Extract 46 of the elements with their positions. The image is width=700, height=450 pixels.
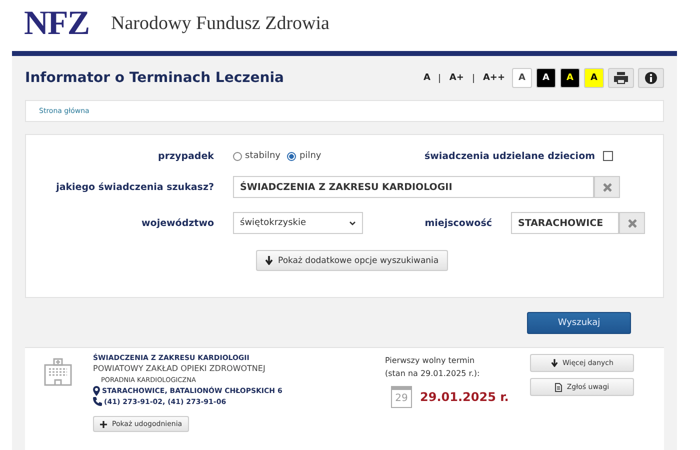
contrast-button[interactable]: A — [560, 68, 580, 88]
phone-icon — [93, 397, 102, 406]
city-field[interactable]: STARACHOWICE — [511, 212, 619, 234]
clear-button[interactable] — [619, 212, 645, 234]
arrow-down-icon — [550, 359, 558, 367]
chevron-down-icon — [349, 220, 356, 226]
organization-name: Narodowy Fundusz Zdrowia — [111, 13, 330, 35]
document-icon — [554, 382, 562, 392]
search-button[interactable]: Wyszukaj — [527, 312, 631, 334]
province-dropdown[interactable]: świętokrzyskie — [233, 212, 363, 234]
radio-label: pilny — [299, 151, 322, 161]
page-title: Informator o Terminach Leczenia — [25, 70, 284, 86]
contrast-button[interactable]: A — [584, 68, 604, 88]
contrast-button[interactable]: A — [512, 68, 532, 88]
info-icon — [645, 72, 657, 84]
field-label: przypadek — [157, 150, 215, 162]
location-icon — [93, 386, 100, 396]
first-date-label: Pierwszy wolny termin — [385, 355, 476, 367]
provider-name: POWIATOWY ZAKŁAD OPIEKI ZDROWOTNEJ — [93, 364, 266, 373]
contrast-button[interactable]: A — [536, 68, 556, 88]
font-size-button[interactable]: A+ — [446, 73, 467, 83]
plus-icon — [100, 420, 107, 428]
field-label: jakiego świadczenia szukasz? — [54, 182, 215, 192]
field-label: świadczenia udzielane dzieciom — [423, 150, 596, 162]
first-date: 29.01.2025 r. — [420, 390, 509, 404]
field-label: miejscowość — [424, 218, 493, 228]
clear-button[interactable] — [594, 176, 620, 198]
calendar-icon: 29 — [391, 386, 412, 408]
info-button[interactable] — [638, 68, 664, 88]
radio-button[interactable] — [233, 152, 242, 160]
font-size-button[interactable]: A — [420, 73, 434, 83]
close-icon — [628, 218, 636, 228]
state-date-label: (stan na 29.01.2025 r.): — [385, 368, 481, 380]
more-options-button[interactable]: Pokaż dodatkowe opcje wyszukiwania — [256, 250, 448, 271]
hospital-icon — [43, 358, 73, 386]
print-icon — [614, 72, 628, 84]
checkbox[interactable] — [603, 151, 613, 161]
radio-label: stabilny — [245, 151, 280, 161]
radio-button[interactable] — [287, 152, 296, 160]
field-label: województwo — [140, 218, 215, 228]
font-size-button[interactable]: A++ — [480, 73, 508, 83]
print-button[interactable] — [608, 68, 634, 88]
close-icon — [602, 182, 612, 192]
arrow-down-icon — [265, 256, 273, 265]
logo[interactable]: NFZ — [24, 5, 89, 43]
service-field[interactable]: ŚWIADCZENIA Z ZAKRESU KARDIOLOGII — [233, 176, 594, 198]
